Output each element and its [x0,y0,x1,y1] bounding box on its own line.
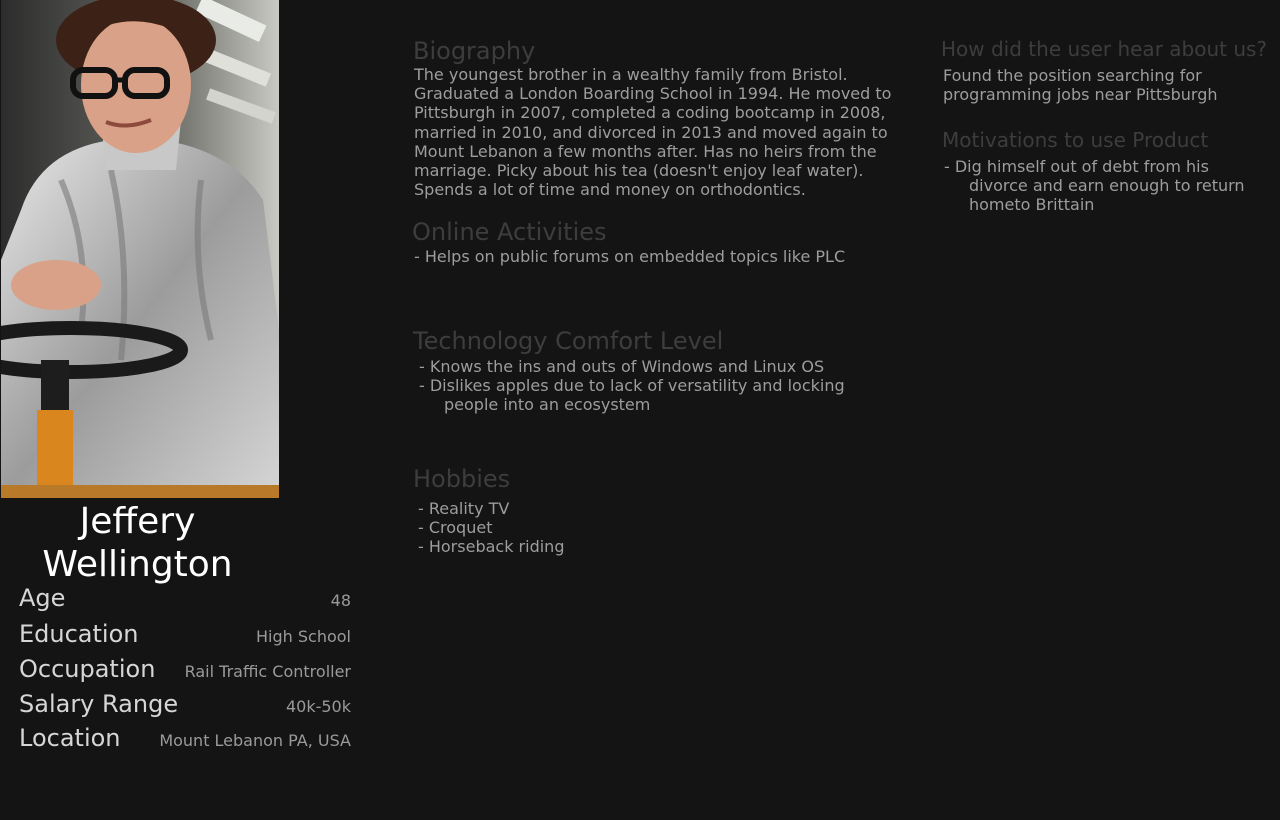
biography-text: The youngest brother in a wealthy family… [414,65,892,200]
list-item: - Croquet [418,518,493,537]
fact-salary-range: Salary Range 40k-50k [19,690,351,718]
online-activities-list: - Helps on public forums on embedded top… [403,247,902,266]
technology-title: Technology Comfort Level [413,327,724,355]
persona-name: Jeffery Wellington [42,501,233,585]
technology-section: Technology Comfort Level - Knows the ins… [413,327,903,414]
persona-page: Jeffery Wellington Age 48 Education High… [0,0,1280,820]
fact-label: Location [19,724,121,752]
list-item: - Reality TV [418,499,510,518]
list-item: - Helps on public forums on embedded top… [414,247,846,266]
fact-label: Education [19,620,139,648]
list-item: - Dig himself out of debt from his divor… [944,157,1245,214]
motivations-list: - Dig himself out of debt from his divor… [933,157,1263,214]
fact-value: High School [256,627,351,646]
fact-value: 48 [330,591,351,610]
fact-label: Age [19,584,66,612]
hear-about-text: Found the position searching for program… [943,66,1218,105]
hear-about-title: How did the user hear about us? [941,37,1268,61]
fact-value: Mount Lebanon PA, USA [159,731,351,750]
list-item: - Dislikes apples due to lack of versati… [419,376,845,414]
list-item: - Horseback riding [418,537,565,556]
hobbies-list: - Reality TV - Croquet - Horseback ridin… [407,499,903,556]
hobbies-section: Hobbies - Reality TV - Croquet - Horseba… [413,465,903,556]
fact-label: Salary Range [19,690,179,718]
online-activities-title: Online Activities [412,218,607,246]
biography-section: Biography The youngest brother in a weal… [413,37,903,199]
fact-education: Education High School [19,620,351,648]
technology-list: - Knows the ins and outs of Windows and … [408,357,858,414]
fact-location: Location Mount Lebanon PA, USA [19,724,351,752]
hear-about-section: How did the user hear about us? Found th… [941,35,1276,104]
fact-value: 40k-50k [285,697,351,716]
fact-occupation: Occupation Rail Traffic Controller [19,655,351,683]
fact-label: Occupation [19,655,156,683]
motivations-section: Motivations to use Product - Dig himself… [942,126,1277,214]
persona-photo [1,0,279,498]
hobbies-title: Hobbies [413,465,511,493]
motivations-title: Motivations to use Product [942,128,1209,152]
list-item: - Knows the ins and outs of Windows and … [419,357,825,376]
online-activities-section: Online Activities - Helps on public foru… [412,218,902,266]
fact-value: Rail Traffic Controller [184,662,351,681]
fact-age: Age 48 [19,584,351,612]
biography-title: Biography [413,37,536,65]
